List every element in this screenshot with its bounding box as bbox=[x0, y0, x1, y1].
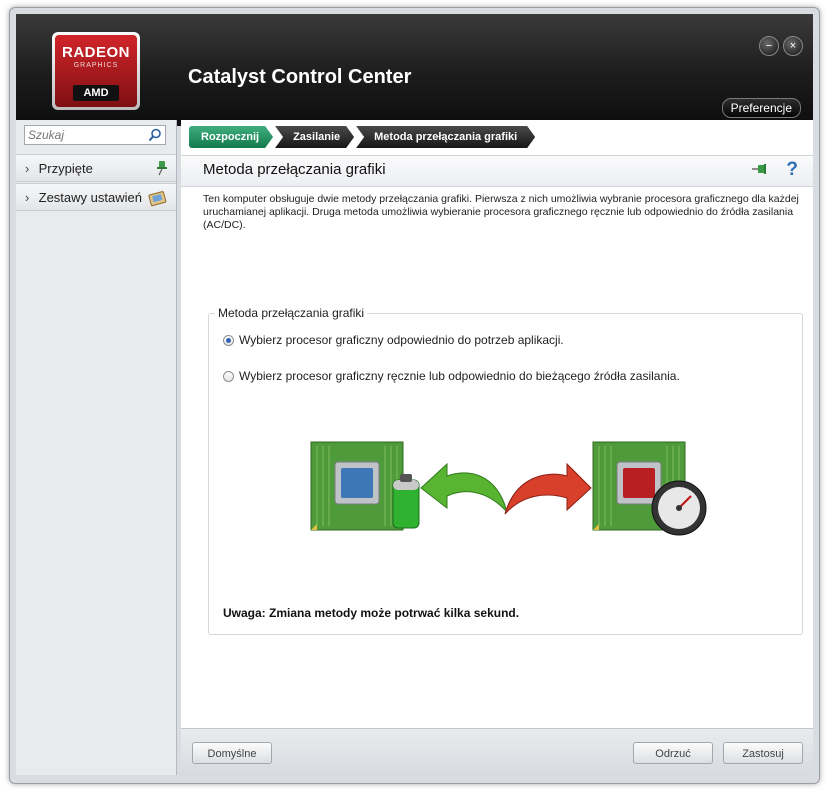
switching-method-group: Metoda przełączania grafiki Wybierz proc… bbox=[208, 306, 803, 635]
pin-page-icon[interactable] bbox=[751, 162, 769, 176]
defaults-button[interactable]: Domyślne bbox=[192, 742, 272, 764]
search-box bbox=[24, 125, 166, 145]
sidebar-item-label: Przypięte bbox=[38, 161, 93, 176]
sidebar-item-pinned[interactable]: › Przypięte bbox=[16, 154, 176, 182]
page-title: Metoda przełączania grafiki bbox=[203, 161, 386, 178]
logo-amd-text: AMD bbox=[73, 85, 119, 101]
breadcrumb-power[interactable]: Zasilanie bbox=[275, 126, 354, 148]
option-label: Wybierz procesor graficzny ręcznie lub o… bbox=[239, 369, 680, 383]
main-panel: Rozpocznij Zasilanie Metoda przełączania… bbox=[181, 120, 813, 776]
logo-graphics-text: GRAPHICS bbox=[73, 62, 119, 69]
radio-per-application[interactable] bbox=[223, 334, 234, 346]
close-icon: × bbox=[789, 40, 797, 52]
presets-icon bbox=[148, 191, 167, 207]
option-per-application[interactable]: Wybierz procesor graficzny odpowiednio d… bbox=[223, 333, 564, 347]
option-label: Wybierz procesor graficzny odpowiednio d… bbox=[239, 333, 564, 347]
sidebar-item-label: Zestawy ustawień bbox=[38, 190, 142, 205]
integrated-gpu-icon bbox=[310, 441, 404, 531]
page-description: Ten komputer obsługuje dwie metody przeł… bbox=[203, 193, 799, 231]
radio-manual-power-source[interactable] bbox=[223, 370, 234, 382]
group-title: Metoda przełączania grafiki bbox=[215, 306, 368, 320]
close-button[interactable]: × bbox=[783, 36, 803, 56]
discard-button[interactable]: Odrzuć bbox=[633, 742, 713, 764]
minimize-button[interactable]: − bbox=[759, 36, 779, 56]
warning-text: Uwaga: Zmiana metody może potrwać kilka … bbox=[223, 606, 520, 620]
chevron-right-icon: › bbox=[25, 190, 30, 205]
green-arrow-icon bbox=[420, 462, 508, 513]
minimize-icon: − bbox=[765, 40, 773, 52]
breadcrumb: Rozpocznij Zasilanie Metoda przełączania… bbox=[189, 126, 537, 148]
apply-button[interactable]: Zastosuj bbox=[723, 742, 803, 764]
page-title-bar: Metoda przełączania grafiki ? bbox=[181, 155, 813, 187]
search-input[interactable] bbox=[28, 127, 146, 143]
app-title: Catalyst Control Center bbox=[188, 66, 412, 88]
sidebar: › Przypięte › Zestawy ustawień bbox=[16, 120, 177, 775]
footer-bar: Domyślne Odrzuć Zastosuj bbox=[181, 728, 813, 776]
gpu-switching-illustration bbox=[310, 441, 707, 536]
help-icon[interactable]: ? bbox=[786, 159, 798, 181]
red-arrow-icon bbox=[504, 462, 592, 515]
app-window: RADEON GRAPHICS AMD Catalyst Control Cen… bbox=[9, 7, 820, 784]
radeon-logo: RADEON GRAPHICS AMD bbox=[52, 32, 140, 110]
sidebar-item-presets[interactable]: › Zestawy ustawień bbox=[16, 183, 176, 211]
battery-icon bbox=[392, 474, 420, 529]
preferences-button[interactable]: Preferencje bbox=[721, 98, 801, 118]
app-header: RADEON GRAPHICS AMD Catalyst Control Cen… bbox=[16, 14, 813, 126]
chevron-right-icon: › bbox=[25, 161, 30, 176]
performance-gauge-icon bbox=[651, 480, 707, 536]
breadcrumb-start[interactable]: Rozpocznij bbox=[189, 126, 273, 148]
option-manual-power-source[interactable]: Wybierz procesor graficzny ręcznie lub o… bbox=[223, 369, 680, 383]
logo-radeon-text: RADEON bbox=[61, 44, 130, 61]
breadcrumb-current-page[interactable]: Metoda przełączania grafiki bbox=[356, 126, 535, 148]
search-icon[interactable] bbox=[148, 128, 162, 142]
pin-icon bbox=[157, 161, 167, 176]
